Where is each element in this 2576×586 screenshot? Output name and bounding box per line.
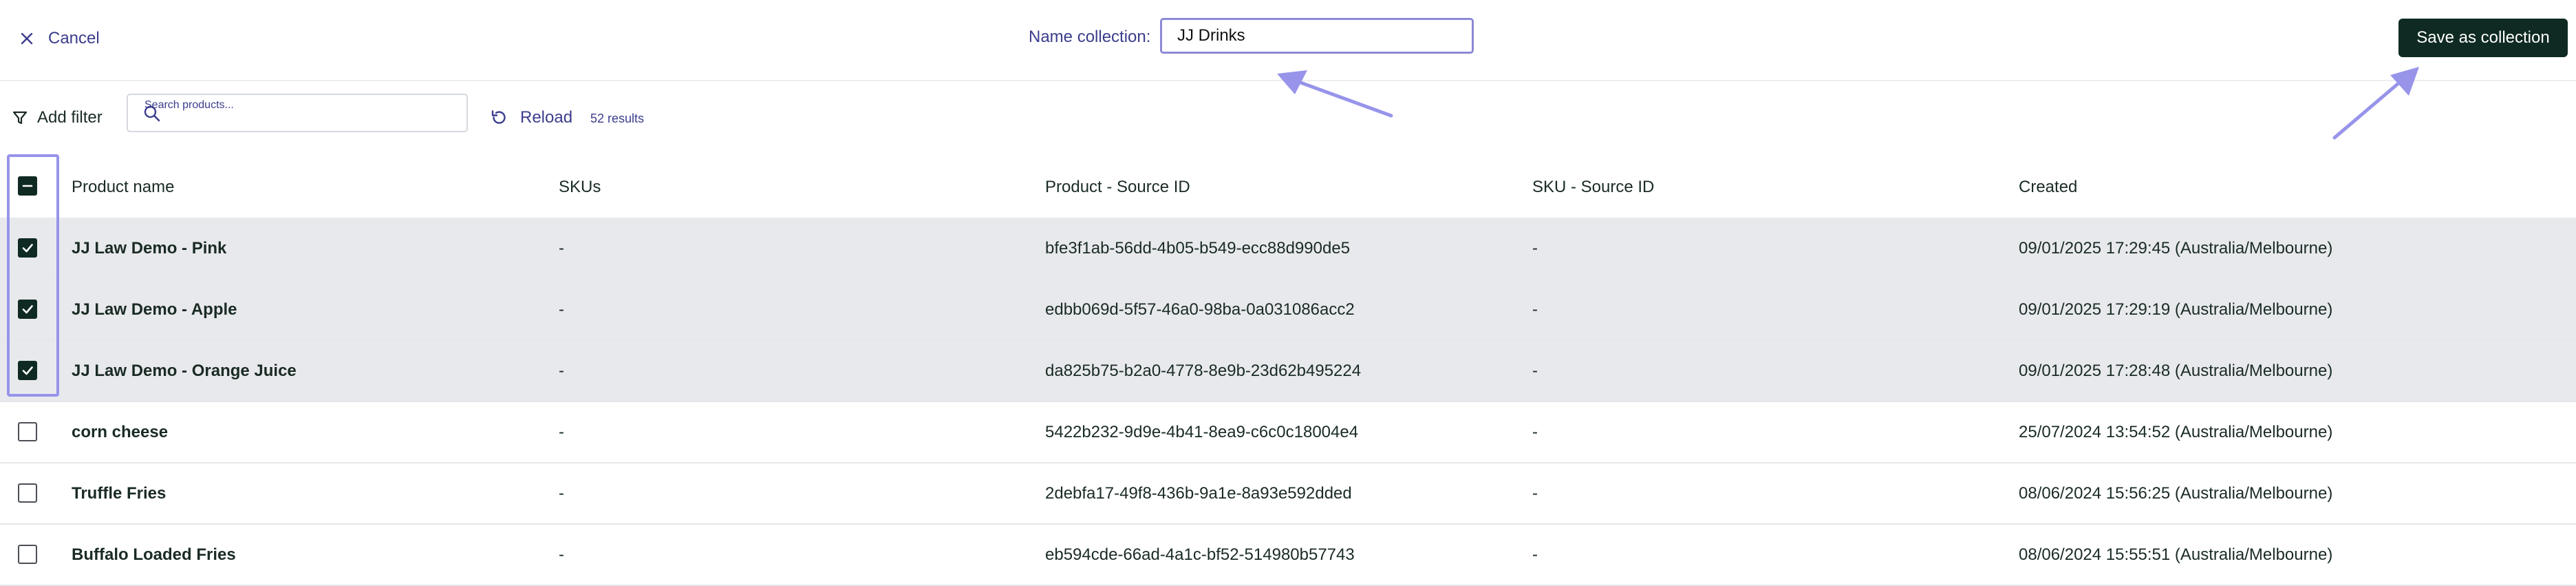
sku-source-id-cell: -	[1532, 484, 1538, 503]
filter-icon	[12, 111, 28, 125]
reload-icon	[491, 110, 506, 124]
sku-source-id-cell: -	[1532, 423, 1538, 441]
search-icon	[144, 105, 160, 122]
column-header-created[interactable]: Created	[2019, 178, 2077, 197]
search-products-field[interactable]: Search products...	[127, 94, 468, 132]
sku-source-id-cell: -	[1532, 239, 1538, 258]
product-source-id-cell: eb594cde-66ad-4a1c-bf52-514980b57743	[1045, 545, 1355, 564]
sku-source-id-cell: -	[1532, 362, 1538, 380]
product-name-cell[interactable]: JJ Law Demo - Orange Juice	[72, 362, 297, 381]
product-name-cell[interactable]: corn cheese	[72, 423, 168, 442]
cancel-label: Cancel	[48, 29, 100, 48]
skus-cell: -	[559, 300, 564, 319]
product-source-id-cell: da825b75-b2a0-4778-8e9b-23d62b495224	[1045, 362, 1362, 380]
top-bar: Cancel Name collection: Save as collecti…	[0, 0, 2576, 81]
skus-cell: -	[559, 362, 564, 380]
select-all-checkbox[interactable]	[18, 176, 37, 196]
table-row[interactable]: JJ Law Demo - Pink - bfe3f1ab-56dd-4b05-b5…	[0, 218, 2576, 280]
product-source-id-cell: 2debfa17-49f8-436b-9a1e-8a93e592dded	[1045, 484, 1352, 503]
row-checkbox[interactable]	[18, 483, 37, 503]
skus-cell: -	[559, 239, 564, 258]
column-header-skus[interactable]: SKUs	[559, 178, 601, 197]
table-row[interactable]: JJ Law Demo - Apple - edbb069d-5f57-46a0-9…	[0, 279, 2576, 341]
reload-button[interactable]: Reload	[490, 108, 572, 127]
sku-source-id-cell: -	[1532, 545, 1538, 564]
skus-cell: -	[559, 423, 564, 441]
product-source-id-cell: bfe3f1ab-56dd-4b05-b549-ecc88d990de5	[1045, 239, 1351, 258]
row-checkbox[interactable]	[18, 300, 37, 319]
row-checkbox[interactable]	[18, 422, 37, 441]
table-row[interactable]: Buffalo Loaded Fries - eb594cde-66ad-4a1c-…	[0, 524, 2576, 586]
skus-cell: -	[559, 484, 564, 503]
column-header-product-source-id[interactable]: Product - Source ID	[1045, 178, 1190, 197]
table-row[interactable]: JJ Law Demo - Orange Juice - da825b75-b2a0…	[0, 340, 2576, 402]
cancel-button[interactable]: Cancel	[19, 25, 100, 52]
checkmark-icon	[22, 244, 33, 253]
row-checkbox[interactable]	[18, 238, 37, 258]
product-name-cell[interactable]: JJ Law Demo - Apple	[72, 300, 237, 320]
product-name-cell[interactable]: Truffle Fries	[72, 484, 166, 503]
row-checkbox[interactable]	[18, 361, 37, 380]
results-count: 52 results	[590, 112, 645, 125]
created-cell: 09/01/2025 17:29:19 (Australia/Melbourne…	[2019, 300, 2333, 319]
row-checkbox[interactable]	[18, 545, 37, 564]
created-cell: 08/06/2024 15:55:51 (Australia/Melbourne…	[2019, 545, 2333, 564]
table-row[interactable]: Truffle Fries - 2debfa17-49f8-436b-9a1e-8a…	[0, 463, 2576, 525]
add-filter-button[interactable]: Add filter	[12, 108, 103, 127]
product-name-cell[interactable]: JJ Law Demo - Pink	[72, 239, 226, 258]
product-source-id-cell: edbb069d-5f57-46a0-98ba-0a031086acc2	[1045, 300, 1355, 319]
column-header-sku-source-id[interactable]: SKU - Source ID	[1532, 178, 1654, 197]
table-header: Product name SKUs Product - Source ID SK…	[0, 154, 2576, 218]
reload-label: Reload	[520, 108, 573, 127]
checkmark-icon	[22, 366, 33, 375]
table-row[interactable]: corn cheese - 5422b232-9d9e-4b41-8ea9-c6c0…	[0, 401, 2576, 463]
product-name-cell[interactable]: Buffalo Loaded Fries	[72, 545, 236, 565]
sku-source-id-cell: -	[1532, 300, 1538, 319]
created-cell: 09/01/2025 17:28:48 (Australia/Melbourne…	[2019, 362, 2333, 380]
created-cell: 25/07/2024 13:54:52 (Australia/Melbourne…	[2019, 423, 2333, 441]
name-collection-label: Name collection:	[1029, 28, 1151, 46]
product-source-id-cell: 5422b232-9d9e-4b41-8ea9-c6c0c18004e4	[1045, 423, 1359, 441]
skus-cell: -	[559, 545, 564, 564]
close-icon	[21, 32, 33, 45]
column-header-product-name[interactable]: Product name	[72, 178, 174, 197]
save-as-collection-button[interactable]: Save as collection	[2398, 19, 2568, 57]
collection-name-input[interactable]	[1160, 18, 1474, 54]
indeterminate-icon	[22, 185, 33, 187]
add-filter-label: Add filter	[37, 108, 103, 127]
created-cell: 09/01/2025 17:29:45 (Australia/Melbourne…	[2019, 239, 2333, 258]
created-cell: 08/06/2024 15:56:25 (Australia/Melbourne…	[2019, 484, 2333, 503]
checkmark-icon	[22, 305, 33, 314]
